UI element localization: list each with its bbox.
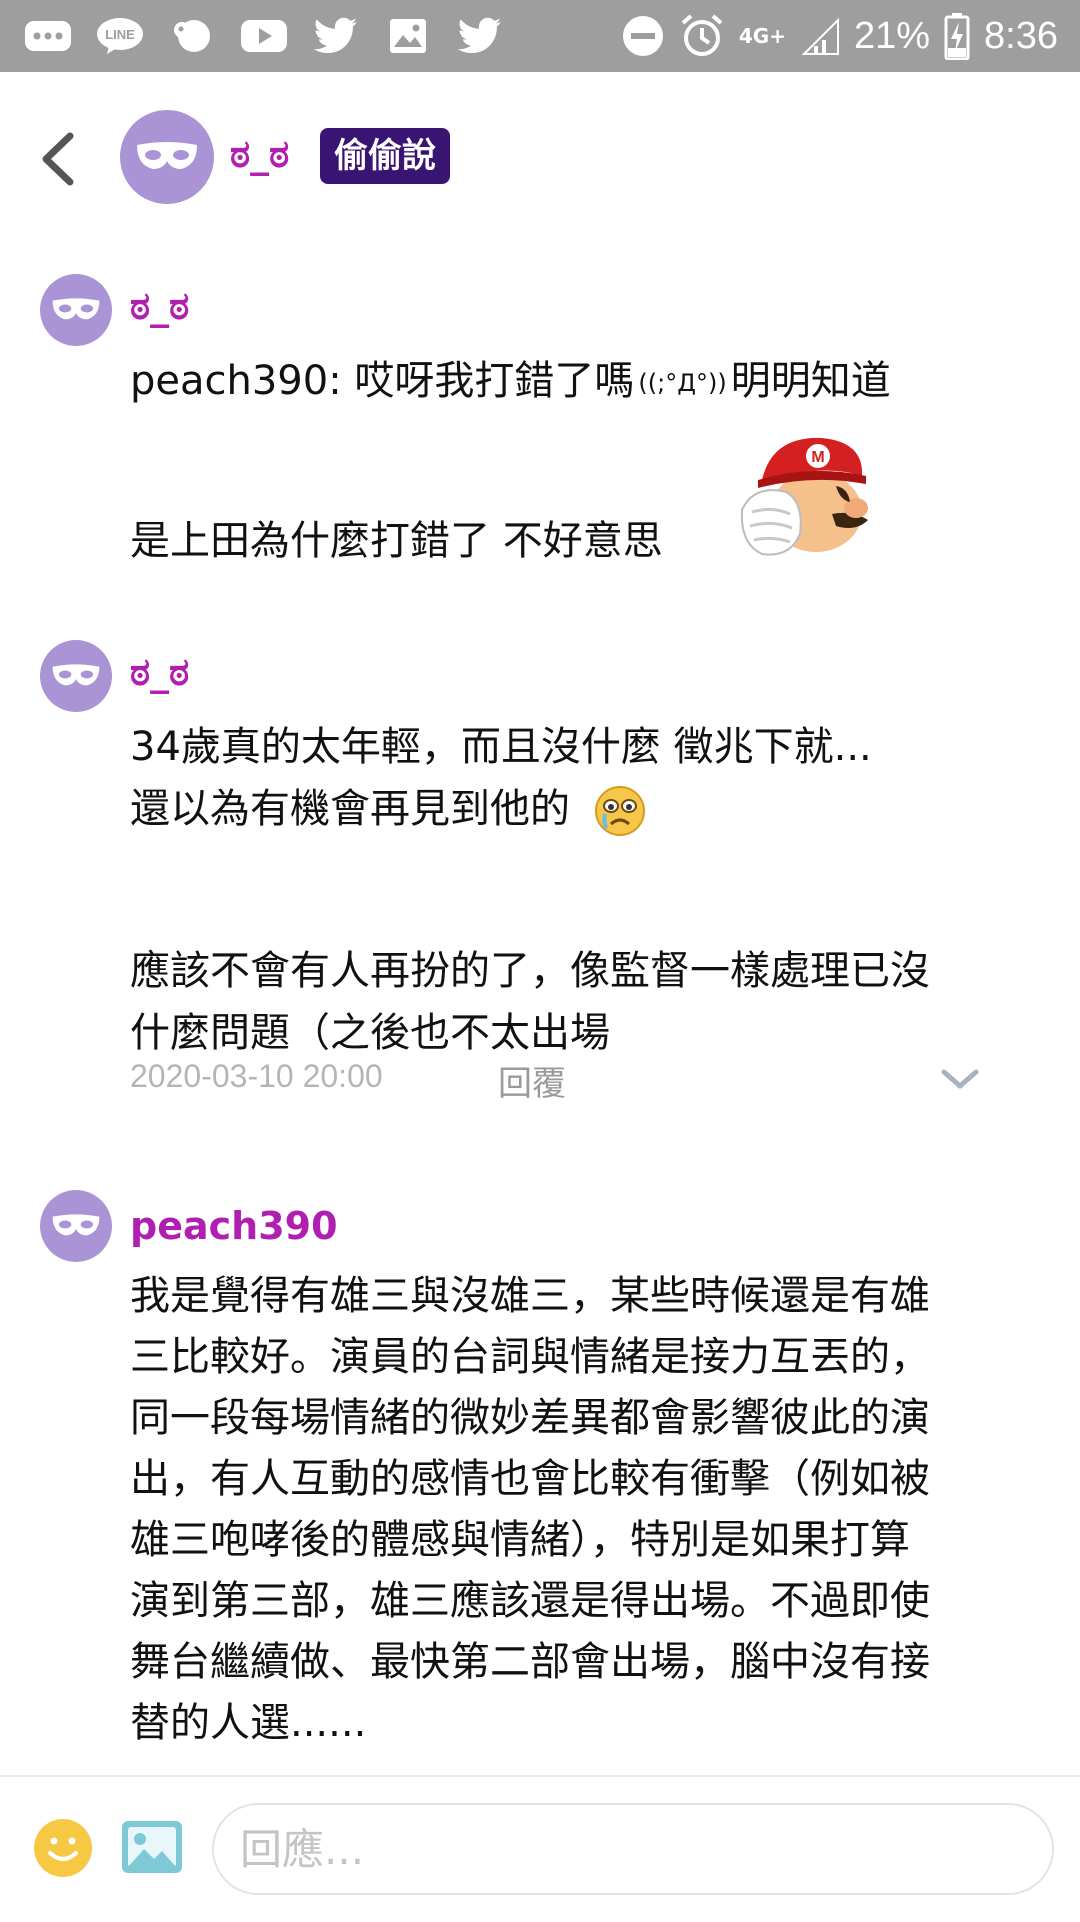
comment-text-line: 是上田為什麼打錯了 不好意思 bbox=[130, 518, 663, 564]
comment-text: 我是覺得有雄三與沒雄三，某些時候還是有雄 三比較好。演員的台詞與情緒是接力互丟的… bbox=[130, 1266, 1030, 1754]
comment-text-line: 出，有人互動的感情也會比較有衝擊（例如被 bbox=[130, 1456, 930, 1502]
mario-facepalm-sticker: M bbox=[732, 426, 882, 566]
network-type: 4G+ bbox=[738, 24, 786, 48]
mask-icon bbox=[52, 1214, 100, 1236]
comment: peach390 我是覺得有雄三與沒雄三，某些時候還是有雄 三比較好。演員的台詞… bbox=[0, 1186, 1080, 1756]
comment-text-line: 三比較好。演員的台詞與情緒是接力互丟的， bbox=[130, 1334, 930, 1380]
twitter-icon-2 bbox=[454, 16, 506, 56]
alarm-icon bbox=[681, 14, 723, 56]
comment-username[interactable]: peach390 bbox=[130, 1204, 338, 1248]
do-not-disturb-icon bbox=[622, 16, 663, 56]
comment-username[interactable]: ಠ_ಠ bbox=[130, 650, 189, 695]
comment-text-part: peach390: 哎呀我打錯了嗎 bbox=[130, 358, 635, 404]
comment-text-line: 雄三咆哮後的體感與情緒），特別是如果打算 bbox=[130, 1517, 910, 1563]
comment-text-part: 還以為有機會再見到他的 bbox=[130, 786, 570, 832]
back-button[interactable] bbox=[34, 124, 84, 194]
comment-text: peach390: 哎呀我打錯了嗎 ((;°Д°)) 明明知道 bbox=[130, 350, 1030, 414]
comment-text-line bbox=[130, 840, 1030, 902]
comment-text-line: 我是覺得有雄三與沒雄三，某些時候還是有雄 bbox=[130, 1273, 930, 1319]
comment-text-line: 34歲真的太年輕，而且沒什麼 徵兆下就... bbox=[130, 724, 872, 770]
chevron-down-icon bbox=[941, 1069, 979, 1089]
status-bar: LINE 4G+ 21% 8:36 bbox=[0, 0, 1080, 72]
smiley-icon bbox=[34, 1819, 92, 1877]
mask-icon bbox=[52, 298, 100, 320]
avatar[interactable] bbox=[40, 1190, 112, 1262]
mask-icon bbox=[137, 142, 197, 169]
author-avatar[interactable] bbox=[120, 110, 214, 204]
mask-icon bbox=[52, 664, 100, 686]
kaomoji: ((;°Д°)) bbox=[638, 369, 727, 397]
more-options-button[interactable] bbox=[938, 1064, 982, 1094]
reply-bar bbox=[0, 1775, 1080, 1922]
comment-text: 34歲真的太年輕，而且沒什麼 徵兆下就... 還以為有機會再見到他的 應該不會有… bbox=[130, 716, 1030, 1064]
notification-icons: LINE bbox=[22, 16, 506, 56]
comment-text-part: 明明知道 bbox=[730, 358, 891, 404]
svg-text:LINE: LINE bbox=[105, 27, 135, 42]
comment-text-line: 應該不會有人再扮的了，像監督一樣處理已沒 bbox=[130, 948, 930, 994]
avatar[interactable] bbox=[40, 274, 112, 346]
bird-app-icon bbox=[166, 16, 218, 56]
line-app-icon: LINE bbox=[94, 16, 146, 56]
clock: 8:36 bbox=[984, 14, 1058, 57]
comment-text-line: 什麼問題（之後也不太出場 bbox=[130, 1010, 610, 1056]
comment-timestamp: 2020-03-10 20:00 bbox=[130, 1058, 383, 1094]
twitter-icon bbox=[310, 16, 362, 56]
comment-username[interactable]: ಠ_ಠ bbox=[130, 284, 189, 329]
post-header: ಠ_ಠ 偷偷說 bbox=[0, 72, 1080, 242]
comment-text-line: 同一段每場情緒的微妙差異都會影響彼此的演 bbox=[130, 1395, 930, 1441]
comment-text-line: 舞台繼續做、最快第二部會出場，腦中沒有接 bbox=[130, 1639, 930, 1685]
reply-button[interactable]: 回覆 bbox=[498, 1056, 566, 1105]
reply-input[interactable] bbox=[212, 1803, 1054, 1895]
signal-icon bbox=[801, 17, 839, 55]
board-badge[interactable]: 偷偷說 bbox=[320, 128, 450, 184]
author-name[interactable]: ಠ_ಠ bbox=[230, 132, 289, 177]
battery-percent: 21% bbox=[853, 14, 931, 57]
chat-bubble-icon bbox=[22, 16, 74, 56]
comment-text-line: 演到第三部，雄三應該還是得出場。不過即使 bbox=[130, 1578, 930, 1624]
comment: ಠ_ಠ 34歲真的太年輕，而且沒什麼 徵兆下就... 還以為有機會再見到他的 應… bbox=[0, 636, 1080, 1106]
avatar[interactable] bbox=[40, 640, 112, 712]
comment-text-line: 替的人選...... bbox=[130, 1700, 367, 1746]
youtube-icon bbox=[238, 16, 290, 56]
battery-charging-icon bbox=[944, 13, 970, 60]
svg-text:M: M bbox=[811, 449, 824, 466]
chevron-left-icon bbox=[42, 132, 74, 186]
system-status-icons: 4G+ 21% 8:36 bbox=[621, 12, 1058, 60]
gallery-icon bbox=[382, 16, 434, 56]
comment-text-line: 還以為有機會再見到他的 bbox=[130, 778, 1030, 840]
crying-emoji-icon bbox=[594, 786, 645, 836]
comment: ಠ_ಠ peach390: 哎呀我打錯了嗎 ((;°Д°)) 明明知道 是上田為什麼… bbox=[0, 270, 1080, 600]
image-upload-button[interactable] bbox=[120, 1817, 184, 1877]
image-icon bbox=[122, 1821, 182, 1873]
emoji-button[interactable] bbox=[32, 1817, 94, 1879]
